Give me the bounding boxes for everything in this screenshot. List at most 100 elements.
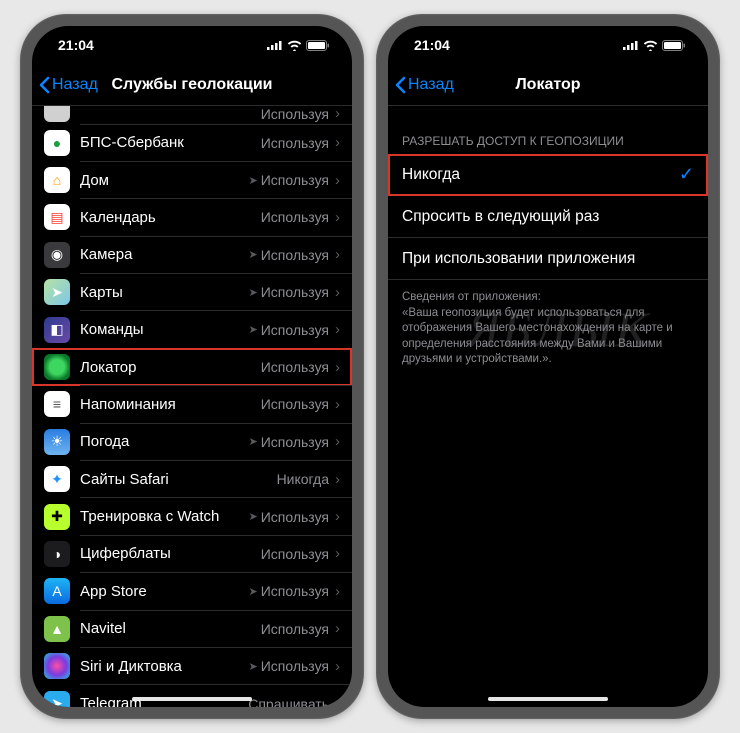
list-item-workout[interactable]: ✚ Тренировка с Watch➤Используя › xyxy=(32,498,352,535)
siri-icon xyxy=(44,653,70,679)
app-status: Используя xyxy=(261,106,329,122)
chevron-right-icon: › xyxy=(335,658,340,675)
app-status: ➤Используя xyxy=(249,284,330,300)
chevron-right-icon: › xyxy=(335,209,340,226)
screen-left: 21:04 Назад Службы геолокации Используя … xyxy=(32,26,352,707)
location-arrow-icon: ➤ xyxy=(249,660,258,673)
app-status: Используя xyxy=(261,621,329,637)
list-item-siri[interactable]: Siri и Диктовка➤Используя › xyxy=(32,647,352,684)
back-label: Назад xyxy=(52,76,98,94)
list-item-watchfaces[interactable]: ◑ЦиферблатыИспользуя› xyxy=(32,535,352,572)
app-status: Спрашивать xyxy=(248,696,329,707)
findmy-icon xyxy=(44,354,70,380)
list-item-weather[interactable]: ☀Погода➤Используя› xyxy=(32,423,352,460)
location-arrow-icon: ➤ xyxy=(249,248,258,261)
list-item-bps[interactable]: ●БПС-СбербанкИспользуя› xyxy=(32,124,352,161)
status-indicators xyxy=(267,40,330,51)
list-item-shortcuts[interactable]: ◧Команды➤Используя› xyxy=(32,311,352,348)
chevron-right-icon: › xyxy=(335,620,340,637)
app-label: Тренировка с Watch xyxy=(80,508,249,525)
list-item-findmy[interactable]: ЛокаторИспользуя › xyxy=(32,348,352,385)
chevron-right-icon: › xyxy=(335,359,340,376)
home-indicator[interactable] xyxy=(488,697,608,701)
home-indicator[interactable] xyxy=(132,697,252,701)
status-time: 21:04 xyxy=(414,37,450,53)
app-label: Navitel xyxy=(80,620,261,637)
maps-icon: ➤ xyxy=(44,279,70,305)
app-label: Дом xyxy=(80,172,249,189)
chevron-right-icon: › xyxy=(335,246,340,263)
app-status: ➤Используя xyxy=(249,658,330,674)
nav-bar: Назад Службы геолокации xyxy=(32,64,352,106)
location-arrow-icon: ➤ xyxy=(249,286,258,299)
wifi-icon xyxy=(643,40,658,51)
chevron-right-icon: › xyxy=(335,695,340,707)
list-item-reminders[interactable]: ≡НапоминанияИспользуя› xyxy=(32,386,352,423)
appstore-icon: A xyxy=(44,578,70,604)
location-arrow-icon: ➤ xyxy=(249,174,258,187)
list-item-safari-sites[interactable]: ✦Сайты SafariНикогда› xyxy=(32,461,352,498)
app-status: Никогда xyxy=(277,471,329,487)
navitel-icon: ▲ xyxy=(44,616,70,642)
app-status: ➤Используя xyxy=(249,509,330,525)
chevron-right-icon: › xyxy=(335,321,340,338)
list-item-maps[interactable]: ➤Карты➤Используя› xyxy=(32,274,352,311)
app-status: ➤Используя xyxy=(249,583,330,599)
chevron-right-icon: › xyxy=(335,508,340,525)
workout-icon: ✚ xyxy=(44,504,70,530)
screen-right: 21:04 Назад Локатор Разрешать доступ к г… xyxy=(388,26,708,707)
chevron-left-icon xyxy=(38,76,50,94)
app-label: БПС-Сбербанк xyxy=(80,134,261,151)
list-item-calendar[interactable]: ▤КалендарьИспользуя› xyxy=(32,199,352,236)
option-label: Никогда xyxy=(402,166,679,184)
app-label: Siri и Диктовка xyxy=(80,658,249,675)
list-item-camera[interactable]: ◉ Камера➤Используя › xyxy=(32,236,352,273)
back-label: Назад xyxy=(408,76,454,94)
location-arrow-icon: ➤ xyxy=(249,435,258,448)
app-label: Календарь xyxy=(80,209,261,226)
telegram-icon: ➤ xyxy=(44,691,70,707)
chevron-right-icon: › xyxy=(335,284,340,301)
chevron-right-icon: › xyxy=(335,396,340,413)
app-status: ➤Используя xyxy=(249,247,330,263)
camera-icon: ◉ xyxy=(44,242,70,268)
chevron-right-icon: › xyxy=(335,433,340,450)
app-label: App Store xyxy=(80,583,249,600)
app-status: Используя xyxy=(261,396,329,412)
status-indicators xyxy=(623,40,686,51)
app-status: ➤Используя xyxy=(249,434,330,450)
options-area: Разрешать доступ к геопозиции Никогда✓Сп… xyxy=(388,106,708,707)
app-status: Используя xyxy=(261,135,329,151)
app-status: ➤Используя xyxy=(249,172,330,188)
wifi-icon xyxy=(287,40,302,51)
app-list[interactable]: Используя › ●БПС-СбербанкИспользуя›⌂Дом➤… xyxy=(32,106,352,707)
list-item-appstore[interactable]: A App Store➤Используя › xyxy=(32,573,352,610)
battery-icon xyxy=(306,40,330,51)
safari-sites-icon: ✦ xyxy=(44,466,70,492)
app-label: Сайты Safari xyxy=(80,471,277,488)
app-label: Камера xyxy=(80,246,249,263)
chevron-right-icon: › xyxy=(335,583,340,600)
location-arrow-icon: ➤ xyxy=(249,585,258,598)
option-ask[interactable]: Спросить в следующий раз xyxy=(388,196,708,238)
phone-right: 21:04 Назад Локатор Разрешать доступ к г… xyxy=(376,14,720,719)
option-when-using[interactable]: При использовании приложения xyxy=(388,238,708,280)
option-never[interactable]: Никогда✓ xyxy=(388,154,708,196)
signal-icon xyxy=(623,40,639,50)
reminders-icon: ≡ xyxy=(44,391,70,417)
option-label: Спросить в следующий раз xyxy=(402,208,694,226)
list-item-telegram[interactable]: ➤TelegramСпрашивать› xyxy=(32,685,352,707)
battery-icon xyxy=(662,40,686,51)
status-time: 21:04 xyxy=(58,37,94,53)
app-label: Команды xyxy=(80,321,249,338)
list-item-home[interactable]: ⌂Дом➤Используя› xyxy=(32,161,352,198)
back-button[interactable]: Назад xyxy=(32,76,98,94)
list-item-cutoff[interactable]: Используя › xyxy=(32,106,352,124)
option-label: При использовании приложения xyxy=(402,250,694,268)
check-icon: ✓ xyxy=(679,164,694,185)
back-button[interactable]: Назад xyxy=(388,76,454,94)
app-status: Используя xyxy=(261,359,329,375)
notch xyxy=(115,26,270,50)
app-label: Локатор xyxy=(80,359,261,376)
list-item-navitel[interactable]: ▲ NavitelИспользуя › xyxy=(32,610,352,647)
